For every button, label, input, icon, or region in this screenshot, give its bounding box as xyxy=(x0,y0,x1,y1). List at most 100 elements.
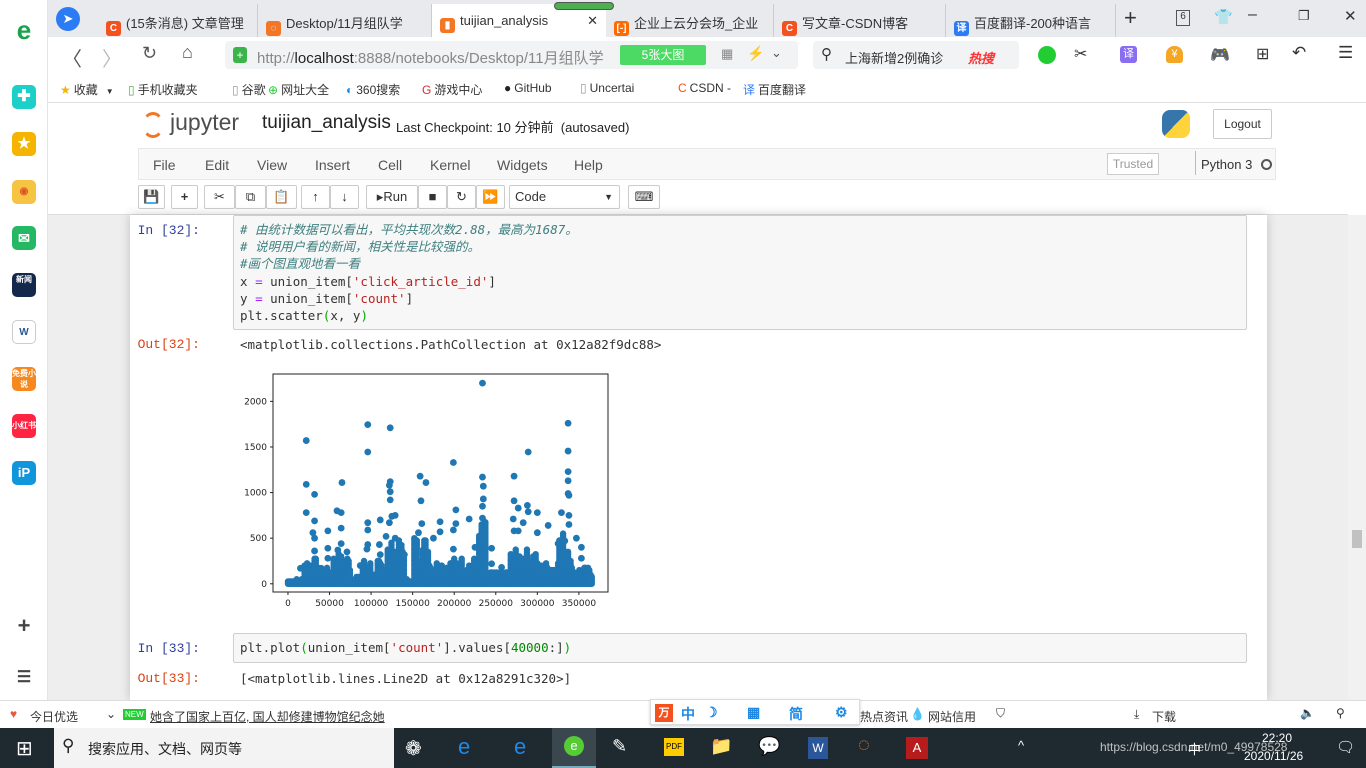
cell-type-select[interactable]: Code ▼ xyxy=(509,185,620,209)
site-credit-link[interactable]: 网站信用 xyxy=(928,708,976,725)
code-cell-input[interactable]: # 由统计数据可以看出，平均共现次数2.88，最高为1687。 # 说明用户看的… xyxy=(233,215,1247,330)
pdf-reader-icon[interactable]: PDF xyxy=(664,738,684,756)
keyboard-shortcuts-button[interactable]: ⌨ xyxy=(628,185,660,209)
browser-tab[interactable]: 译百度翻译-200种语言 xyxy=(946,4,1116,37)
translate-icon[interactable]: 译 xyxy=(1120,46,1137,63)
bookmark-item[interactable]: 译百度翻译 xyxy=(743,81,806,98)
menu-item-insert[interactable]: Insert xyxy=(315,157,350,173)
cut-button[interactable]: ✂ xyxy=(204,185,235,209)
jupyter-logo-icon[interactable] xyxy=(142,112,164,138)
shield-icon[interactable]: ⛉ xyxy=(996,706,1005,721)
bookmark-item[interactable]: ▯ 手机收藏夹 xyxy=(128,81,198,98)
code-cell-input[interactable]: plt.plot(union_item['count'].values[4000… xyxy=(233,633,1247,663)
new-tab-button[interactable]: + xyxy=(1124,5,1137,31)
browser-taskbar-button[interactable]: e xyxy=(552,728,596,768)
clock-date[interactable]: 2020/11/26 xyxy=(1244,749,1303,763)
paste-button[interactable]: 📋 xyxy=(266,185,297,209)
lightning-icon[interactable]: ⚡ xyxy=(747,45,764,62)
close-window-button[interactable]: ✕ xyxy=(1344,7,1357,25)
windows-start-icon[interactable]: ⊞ xyxy=(16,736,33,761)
chevron-down-icon[interactable]: ⌄ xyxy=(771,45,782,61)
word-icon[interactable]: W xyxy=(12,320,36,344)
url-input[interactable]: + http://localhost:8888/notebooks/Deskto… xyxy=(225,41,798,69)
tab-count[interactable]: 6 xyxy=(1176,10,1190,26)
forward-button[interactable]: 〉 xyxy=(102,43,122,72)
scrollbar-thumb[interactable] xyxy=(1352,530,1362,548)
copy-button[interactable]: ⧉ xyxy=(235,185,266,209)
add-icon[interactable]: + xyxy=(12,614,36,638)
ime-simplified[interactable]: 简 xyxy=(789,704,803,724)
maximize-button[interactable]: ❐ xyxy=(1298,8,1310,24)
coupon-icon[interactable]: ¥ xyxy=(1166,46,1183,63)
menu-item-edit[interactable]: Edit xyxy=(205,157,229,173)
back-button[interactable]: 〈 xyxy=(62,43,82,72)
bookmark-item[interactable]: ▯ Uncertai xyxy=(580,81,634,95)
chevron-down-icon[interactable]: ⌄ xyxy=(106,707,116,721)
daily-picks-link[interactable]: 今日优选 xyxy=(30,708,78,725)
search-icon[interactable]: ⚲ xyxy=(1336,706,1345,720)
bookmark-item[interactable]: ★ 收藏 ▼ xyxy=(60,81,114,98)
chevron-down-icon[interactable]: ▼ xyxy=(106,87,114,96)
ie-icon[interactable]: e xyxy=(458,734,470,760)
game-icon[interactable]: 🎮 xyxy=(1210,45,1230,65)
xiaohongshu-icon[interactable]: 小红书 xyxy=(12,414,36,438)
download-icon[interactable]: ⤓ xyxy=(1134,707,1139,722)
menu-item-cell[interactable]: Cell xyxy=(378,157,402,173)
news-link[interactable]: 她含了国家上百亿, 国人却修建博物馆纪念她 xyxy=(150,708,385,725)
news-icon[interactable]: 新闻 xyxy=(12,273,36,297)
search-input[interactable]: ⚲ 上海新增2例确诊 热搜 xyxy=(813,41,1019,69)
weibo-icon[interactable]: ◉ xyxy=(12,180,36,204)
folder-icon[interactable]: 📁 xyxy=(710,736,732,757)
browser-tab[interactable]: ◌ Desktop/11月组队学 xyxy=(258,4,432,37)
ime-indicator[interactable]: 中 xyxy=(1188,739,1201,758)
bookmark-item[interactable]: ⊕ 网址大全 xyxy=(268,81,329,98)
hot-news-link[interactable]: 热点资讯 xyxy=(860,708,908,725)
run-button[interactable]: ▸Run xyxy=(366,185,418,209)
browser-tab[interactable]: C (15条消息) 文章管理 xyxy=(98,4,258,37)
menu-item-widgets[interactable]: Widgets xyxy=(497,157,548,173)
taskbar-search-input[interactable]: ⚲ 搜索应用、文档、网页等 xyxy=(54,728,394,768)
skin-icon[interactable]: 👕 xyxy=(1214,8,1233,26)
scissors-icon[interactable]: ✂ xyxy=(1074,44,1087,64)
minimize-button[interactable]: – xyxy=(1248,6,1257,24)
novel-icon[interactable]: 免费小说 xyxy=(12,367,36,391)
star-icon[interactable]: ★ xyxy=(12,132,36,156)
app-icon[interactable]: ❁ xyxy=(405,736,422,761)
hot-search-label[interactable]: 热搜 xyxy=(968,48,994,67)
trusted-badge[interactable]: Trusted xyxy=(1107,153,1159,175)
clock-time[interactable]: 22:20 xyxy=(1262,731,1292,745)
wechat-icon[interactable]: 💬 xyxy=(758,736,780,757)
download-link[interactable]: 下载 xyxy=(1152,708,1176,725)
undo-icon[interactable]: ↶ xyxy=(1292,43,1306,63)
ie-logo-icon[interactable]: e xyxy=(12,17,36,43)
list-icon[interactable]: ☰ xyxy=(12,666,36,690)
wechat-ext-icon[interactable] xyxy=(1038,46,1056,64)
restart-run-all-button[interactable]: ⏩ xyxy=(476,185,505,209)
bookmark-item[interactable]: ● GitHub xyxy=(504,81,552,95)
bookmark-item[interactable]: ▯ 谷歌 xyxy=(232,81,266,98)
browser-tab[interactable]: C 写文章-CSDN博客 xyxy=(774,4,946,37)
pen-icon[interactable]: ✎ xyxy=(612,736,627,757)
notebook-name[interactable]: tuijian_analysis xyxy=(262,112,391,134)
menu-item-help[interactable]: Help xyxy=(574,157,603,173)
menu-item-kernel[interactable]: Kernel xyxy=(430,157,470,173)
browser-tab[interactable]: [-] 企业上云分会场_企业 xyxy=(606,4,774,37)
edge-icon[interactable]: e xyxy=(514,734,526,760)
menu-item-file[interactable]: File xyxy=(153,157,176,173)
save-button[interactable]: 💾 xyxy=(138,185,165,209)
bookmark-item[interactable]: ◐ 360搜索 xyxy=(346,81,400,98)
insert-cell-button[interactable]: + xyxy=(171,185,198,209)
jupyter-icon[interactable]: ◌ xyxy=(858,734,870,757)
mail-icon[interactable]: ✉ xyxy=(12,226,36,250)
apps-grid-icon[interactable]: ⊞ xyxy=(1256,44,1269,64)
move-down-button[interactable]: ↓ xyxy=(330,185,359,209)
bookmark-item[interactable]: C CSDN - xyxy=(678,81,731,95)
close-tab-icon[interactable]: ✕ xyxy=(587,13,598,29)
acrobat-icon[interactable]: A xyxy=(906,737,928,759)
navigation-icon[interactable]: ➤ xyxy=(56,7,80,31)
logout-button[interactable]: Logout xyxy=(1213,109,1272,139)
home-button[interactable]: ⌂ xyxy=(182,42,193,63)
plus-app-icon[interactable]: ✚ xyxy=(12,85,36,109)
restart-button[interactable]: ↻ xyxy=(447,185,476,209)
ip-icon[interactable]: iP xyxy=(12,461,36,485)
